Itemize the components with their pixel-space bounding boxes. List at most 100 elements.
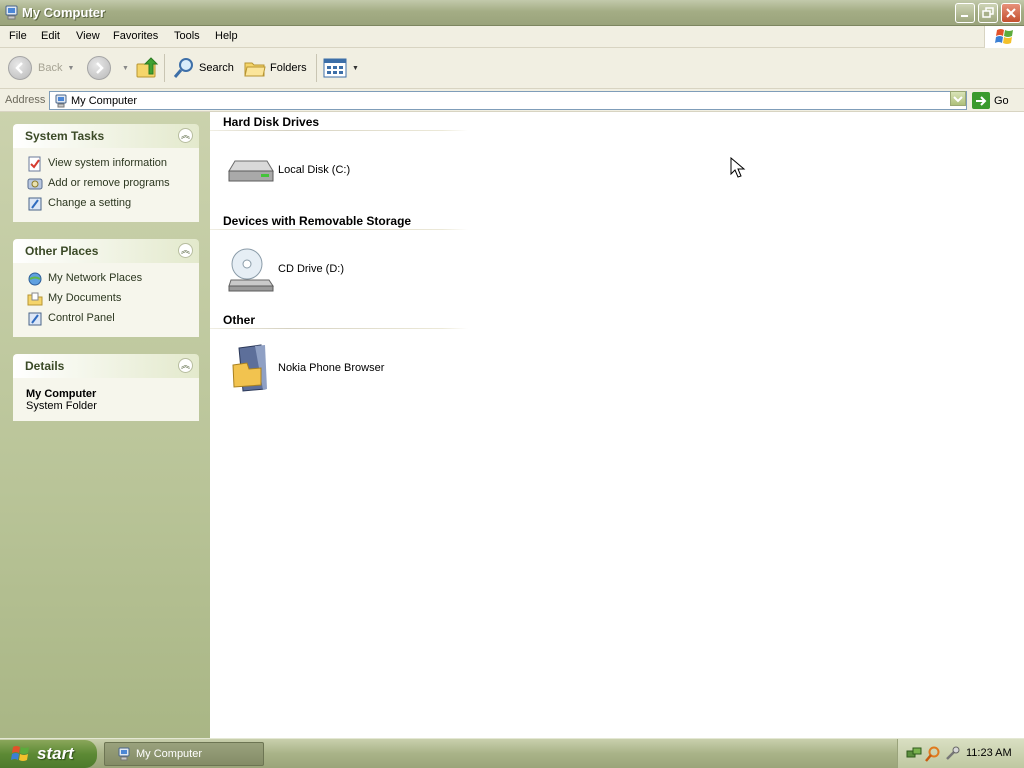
panel-header[interactable]: Details ︽ bbox=[13, 354, 199, 378]
details-panel: Details ︽ My Computer System Folder bbox=[13, 354, 199, 421]
panel-title: Other Places bbox=[25, 244, 99, 258]
minimize-icon bbox=[961, 15, 968, 17]
group-header-other: Other bbox=[223, 313, 256, 327]
windows-flag-icon bbox=[995, 29, 1013, 44]
search-button[interactable]: Search bbox=[172, 54, 234, 82]
go-arrow-icon bbox=[972, 92, 990, 109]
views-button[interactable]: ▼ bbox=[323, 54, 359, 82]
go-button[interactable]: Go bbox=[972, 91, 1009, 110]
chevron-down-icon[interactable]: ▼ bbox=[352, 65, 359, 72]
group-divider bbox=[210, 229, 468, 230]
menu-bar: File Edit View Favorites Tools Help bbox=[0, 26, 1024, 48]
drive-cd-drive-d[interactable]: CD Drive (D:) bbox=[225, 244, 344, 294]
task-pane: System Tasks ︽ View system information A… bbox=[0, 112, 210, 738]
taskbar-window-my-computer[interactable]: My Computer bbox=[104, 742, 264, 766]
network-tray-icon[interactable] bbox=[906, 746, 922, 762]
system-tasks-panel: System Tasks ︽ View system information A… bbox=[13, 124, 199, 222]
task-label: Change a setting bbox=[48, 197, 132, 209]
folders-label: Folders bbox=[270, 62, 307, 74]
my-computer-icon bbox=[5, 5, 18, 20]
add-remove-programs-icon bbox=[27, 178, 43, 190]
title-bar[interactable]: My Computer bbox=[0, 0, 1024, 26]
address-input[interactable]: My Computer bbox=[49, 91, 967, 110]
tools-tray-icon[interactable] bbox=[944, 746, 960, 762]
item-label: Local Disk (C:) bbox=[278, 164, 351, 176]
collapse-icon[interactable]: ︽ bbox=[178, 358, 193, 373]
item-label: CD Drive (D:) bbox=[278, 263, 344, 275]
item-label: Nokia Phone Browser bbox=[278, 362, 385, 374]
collapse-icon[interactable]: ︽ bbox=[178, 128, 193, 143]
menu-tools[interactable]: Tools bbox=[174, 30, 200, 42]
search-icon bbox=[173, 58, 193, 78]
task-add-remove-programs[interactable]: Add or remove programs bbox=[13, 174, 199, 194]
panel-header[interactable]: Other Places ︽ bbox=[13, 239, 199, 263]
close-icon bbox=[1006, 8, 1016, 18]
my-computer-icon bbox=[55, 94, 67, 108]
chevron-down-icon[interactable]: ▼ bbox=[122, 65, 129, 72]
my-computer-icon bbox=[118, 747, 130, 761]
hard-disk-icon bbox=[225, 145, 275, 195]
window-title: My Computer bbox=[22, 5, 106, 20]
menu-edit[interactable]: Edit bbox=[41, 30, 60, 42]
close-button[interactable] bbox=[1001, 3, 1021, 23]
group-header-hard-disk-drives: Hard Disk Drives bbox=[223, 115, 320, 129]
restore-button[interactable] bbox=[978, 3, 998, 23]
taskbar-window-label: My Computer bbox=[136, 748, 203, 760]
toolbar-separator bbox=[164, 54, 165, 82]
panel-header[interactable]: System Tasks ︽ bbox=[13, 124, 199, 148]
chevron-down-icon[interactable]: ▼ bbox=[67, 65, 74, 72]
search-label: Search bbox=[199, 62, 234, 74]
place-my-documents[interactable]: My Documents bbox=[13, 289, 199, 309]
place-my-network-places[interactable]: My Network Places bbox=[13, 269, 199, 289]
task-label: View system information bbox=[48, 157, 168, 169]
collapse-icon[interactable]: ︽ bbox=[178, 243, 193, 258]
menu-view[interactable]: View bbox=[76, 30, 100, 42]
place-control-panel[interactable]: Control Panel bbox=[13, 309, 199, 329]
network-places-icon bbox=[28, 272, 42, 286]
place-label: Control Panel bbox=[48, 312, 115, 324]
start-button[interactable]: start bbox=[0, 740, 97, 768]
windows-logo bbox=[984, 26, 1024, 48]
group-divider bbox=[210, 328, 468, 329]
back-button[interactable]: Back ▼ bbox=[8, 54, 74, 82]
place-label: My Network Places bbox=[48, 272, 143, 284]
forward-arrow-icon bbox=[87, 56, 111, 80]
details-name: My Computer bbox=[26, 388, 97, 400]
group-divider bbox=[210, 130, 468, 131]
go-label: Go bbox=[994, 94, 1009, 107]
place-label: My Documents bbox=[48, 292, 122, 304]
panel-title: Details bbox=[25, 359, 65, 373]
up-folder-icon bbox=[136, 57, 159, 78]
toolbar: Back ▼ ▼ Search Folders ▼ bbox=[0, 48, 1024, 89]
phone-browser-icon bbox=[225, 343, 275, 393]
search-tray-icon[interactable] bbox=[925, 746, 941, 762]
drive-local-disk-c[interactable]: Local Disk (C:) bbox=[225, 145, 350, 195]
address-dropdown-button[interactable] bbox=[950, 91, 966, 106]
clock[interactable]: 11:23 AM bbox=[966, 747, 1012, 759]
control-panel-icon bbox=[28, 312, 42, 326]
control-panel-icon bbox=[28, 197, 42, 211]
back-label: Back bbox=[38, 62, 63, 74]
task-label: Add or remove programs bbox=[48, 177, 170, 189]
menu-favorites[interactable]: Favorites bbox=[113, 30, 158, 42]
address-bar: Address My Computer Go bbox=[0, 89, 1024, 112]
panel-title: System Tasks bbox=[25, 129, 105, 143]
mouse-cursor-icon bbox=[730, 157, 746, 178]
task-change-a-setting[interactable]: Change a setting bbox=[13, 194, 199, 214]
taskbar: start My Computer 11:23 AM bbox=[0, 738, 1024, 768]
up-folder-button[interactable] bbox=[135, 54, 159, 82]
windows-flag-icon bbox=[11, 746, 29, 761]
menu-help[interactable]: Help bbox=[215, 30, 238, 42]
folders-button[interactable]: Folders bbox=[243, 54, 307, 82]
details-type: System Folder bbox=[26, 400, 97, 412]
system-info-icon bbox=[28, 156, 41, 172]
minimize-button[interactable] bbox=[955, 3, 975, 23]
address-label: Address bbox=[5, 94, 46, 106]
restore-icon bbox=[982, 7, 994, 18]
menu-file[interactable]: File bbox=[9, 30, 27, 42]
item-nokia-phone-browser[interactable]: Nokia Phone Browser bbox=[225, 343, 384, 393]
task-view-system-information[interactable]: View system information bbox=[13, 154, 199, 174]
folders-icon bbox=[244, 62, 266, 77]
system-tray: 11:23 AM bbox=[897, 739, 1024, 768]
forward-button[interactable]: ▼ bbox=[87, 54, 129, 82]
